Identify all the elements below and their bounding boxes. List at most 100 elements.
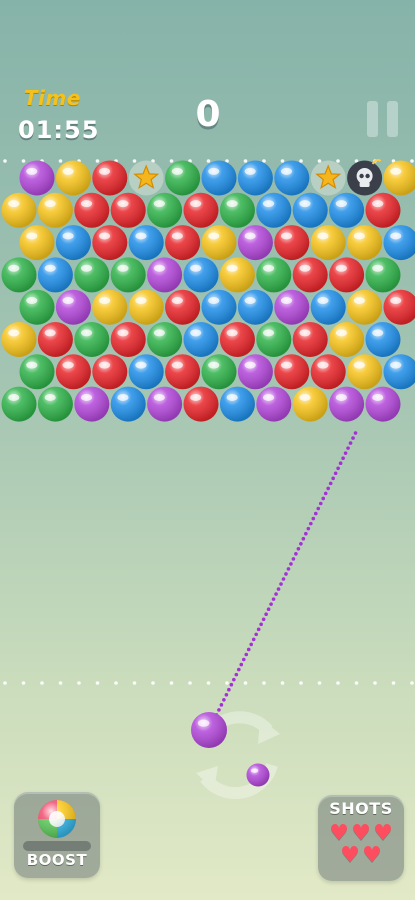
red-bubble <box>365 192 401 228</box>
boost-button[interactable]: BOOST <box>14 792 100 878</box>
red-bubble <box>110 192 146 228</box>
red-bubble <box>37 322 73 357</box>
yellow-bubble <box>37 192 73 228</box>
boost-progress-bar <box>23 841 91 851</box>
green-bubble <box>256 257 292 293</box>
blue-bubble <box>383 225 415 261</box>
blue-bubble <box>55 225 91 261</box>
purple-bubble <box>329 386 365 422</box>
purple-bubble <box>74 386 110 422</box>
yellow-bubble <box>92 289 128 325</box>
red-bubble <box>165 225 201 261</box>
purple-bubble <box>237 225 273 261</box>
red-bubble <box>110 322 146 357</box>
red-bubble <box>165 354 201 390</box>
green-bubble <box>110 257 146 293</box>
heart-icon: ♥ <box>340 843 360 868</box>
boost-label: BOOST <box>26 851 88 869</box>
next-ball <box>246 763 270 787</box>
game-field[interactable] <box>0 0 415 900</box>
red-bubble <box>165 289 201 325</box>
green-bubble <box>1 386 37 422</box>
yellow-bubble <box>292 386 328 422</box>
blue-bubble <box>183 322 219 357</box>
rainbow-ball-icon <box>38 800 76 838</box>
green-bubble <box>365 257 401 293</box>
blue-bubble <box>201 289 237 325</box>
red-bubble <box>74 192 110 228</box>
green-bubble <box>74 257 110 293</box>
purple-bubble <box>365 386 401 422</box>
red-bubble <box>329 257 365 293</box>
blue-bubble <box>201 160 237 196</box>
yellow-bubble <box>128 289 164 325</box>
red-bubble <box>219 322 255 357</box>
green-bubble <box>37 386 73 422</box>
green-bubble <box>219 192 255 228</box>
red-bubble <box>183 386 219 422</box>
green-bubble <box>165 160 201 196</box>
yellow-bubble <box>347 289 383 325</box>
shots-label: SHOTS <box>329 799 393 818</box>
blue-bubble <box>310 289 346 325</box>
blue-bubble <box>292 192 328 228</box>
yellow-bubble <box>347 225 383 261</box>
green-bubble <box>19 354 55 390</box>
yellow-bubble <box>201 225 237 261</box>
purple-bubble <box>147 386 183 422</box>
blue-bubble <box>365 322 401 357</box>
yellow-bubble <box>55 160 91 196</box>
yellow-bubble <box>19 225 55 261</box>
red-bubble <box>292 322 328 357</box>
blue-bubble <box>37 257 73 293</box>
purple-bubble <box>55 289 91 325</box>
blue-bubble <box>237 160 273 196</box>
blue-bubble <box>128 354 164 390</box>
yellow-bubble <box>347 354 383 390</box>
green-bubble <box>147 322 183 357</box>
yellow-bubble <box>329 322 365 357</box>
blue-bubble <box>274 160 310 196</box>
yellow-bubble <box>219 257 255 293</box>
blue-bubble <box>110 386 146 422</box>
red-bubble <box>292 257 328 293</box>
red-bubble <box>92 225 128 261</box>
red-bubble <box>92 354 128 390</box>
skull-bomb-bubble <box>347 159 383 196</box>
shots-hearts: ♥ ♥ ♥♥ ♥ <box>324 823 398 867</box>
heart-icon: ♥ <box>373 821 393 846</box>
red-bubble <box>274 225 310 261</box>
blue-bubble <box>128 225 164 261</box>
yellow-bubble <box>310 225 346 261</box>
shots-panel: SHOTS ♥ ♥ ♥♥ ♥ <box>318 795 404 881</box>
danger-line <box>3 681 414 685</box>
yellow-bubble <box>1 192 37 228</box>
yellow-bubble <box>1 322 37 357</box>
star-bubble <box>310 160 346 196</box>
bubble-grid[interactable] <box>1 159 415 422</box>
heart-icon: ♥ <box>351 821 371 846</box>
purple-bubble <box>19 160 55 196</box>
star-bubble <box>128 160 164 196</box>
red-bubble <box>383 289 415 325</box>
green-bubble <box>74 322 110 357</box>
green-bubble <box>147 192 183 228</box>
top-boundary-line <box>3 159 414 163</box>
current-ball <box>191 712 227 748</box>
blue-bubble <box>237 289 273 325</box>
red-bubble <box>92 160 128 196</box>
red-bubble <box>310 354 346 390</box>
yellow-bubble <box>383 160 415 196</box>
purple-bubble <box>274 289 310 325</box>
green-bubble <box>201 354 237 390</box>
blue-bubble <box>383 354 415 390</box>
green-bubble <box>19 289 55 325</box>
green-bubble <box>1 257 37 293</box>
heart-icon: ♥ <box>329 821 349 846</box>
blue-bubble <box>183 257 219 293</box>
purple-bubble <box>147 257 183 293</box>
green-bubble <box>256 322 292 357</box>
purple-bubble <box>237 354 273 390</box>
red-bubble <box>183 192 219 228</box>
blue-bubble <box>329 192 365 228</box>
